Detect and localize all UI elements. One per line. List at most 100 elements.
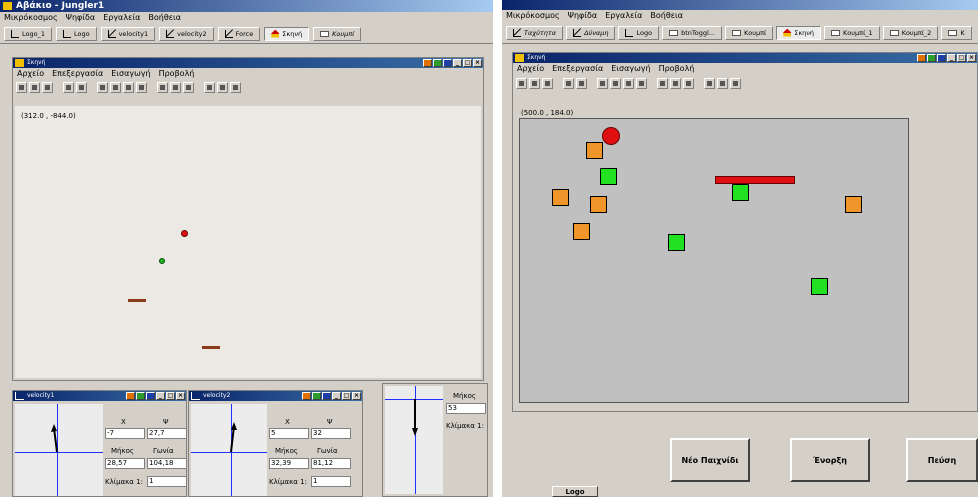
vector-pad[interactable] (15, 404, 103, 496)
grid-icon[interactable] (170, 81, 181, 93)
length-field[interactable]: 53 (446, 403, 486, 414)
minimize-button[interactable]: _ (947, 54, 956, 62)
menu-tools[interactable]: Εργαλεία (605, 10, 642, 22)
brush-icon[interactable] (717, 77, 728, 89)
green-block[interactable] (732, 184, 749, 201)
frame-icon[interactable] (636, 77, 647, 89)
arrow-icon[interactable] (302, 392, 311, 400)
menu-microcosm[interactable]: Μικρόκοσμος (506, 10, 560, 22)
red-ball[interactable] (181, 230, 188, 237)
color-icon[interactable] (433, 59, 442, 67)
tab-force[interactable]: Force (217, 26, 261, 41)
info-icon[interactable] (443, 59, 452, 67)
length-field[interactable]: 32,39 (269, 458, 309, 469)
platform[interactable] (202, 346, 220, 349)
scene-canvas[interactable]: (312.0 , -844.0) (15, 106, 481, 378)
menu-view[interactable]: Προβολή (159, 68, 195, 80)
tab-button[interactable]: Κουμπί (313, 26, 362, 41)
print-icon[interactable] (76, 81, 87, 93)
vector-pad[interactable] (191, 404, 267, 496)
paste-icon[interactable] (623, 77, 634, 89)
tab-logo[interactable]: Logo (55, 26, 97, 41)
arrow-icon[interactable] (423, 59, 432, 67)
maximize-button[interactable]: □ (342, 392, 351, 400)
vector-pad[interactable] (385, 386, 443, 494)
y-field[interactable]: 27,7 (147, 428, 187, 439)
scale-field[interactable]: 1 (147, 476, 187, 487)
tab-button-2[interactable]: Κουμπί_2 (882, 25, 939, 40)
new-icon[interactable] (16, 81, 27, 93)
color-icon[interactable] (136, 392, 145, 400)
menu-file[interactable]: Αρχείο (17, 68, 44, 80)
tab-velocity2[interactable]: velocity2 (159, 26, 214, 41)
red-paddle[interactable] (715, 176, 795, 184)
axes-icon[interactable] (157, 81, 168, 93)
angle-field[interactable]: 81,12 (311, 458, 351, 469)
maximize-button[interactable]: □ (463, 59, 472, 67)
tab-button[interactable]: Κουμπί (724, 25, 774, 40)
tab-btn-toggle[interactable]: btnToggl... (662, 25, 722, 40)
save-icon[interactable] (42, 81, 53, 93)
close-button[interactable]: × (176, 392, 185, 400)
info-icon[interactable] (322, 392, 331, 400)
camera-icon[interactable] (563, 77, 574, 89)
menu-insert[interactable]: Εισαγωγή (611, 63, 650, 75)
open-icon[interactable] (29, 81, 40, 93)
print-icon[interactable] (576, 77, 587, 89)
menu-view[interactable]: Προβολή (659, 63, 695, 75)
menu-help[interactable]: Βοήθεια (650, 10, 683, 22)
info-icon[interactable] (937, 54, 946, 62)
logo-button[interactable]: Logo (552, 486, 598, 497)
pen-icon[interactable] (204, 81, 215, 93)
red-ball[interactable] (602, 127, 620, 145)
orange-block[interactable] (590, 196, 607, 213)
tab-button-3[interactable]: Κ (941, 25, 972, 40)
color-icon[interactable] (312, 392, 321, 400)
close-button[interactable]: × (352, 392, 361, 400)
cut-icon[interactable] (597, 77, 608, 89)
new-icon[interactable] (516, 77, 527, 89)
curve-icon[interactable] (183, 81, 194, 93)
pen-icon[interactable] (704, 77, 715, 89)
shape-icon[interactable] (230, 81, 241, 93)
tab-velocity1[interactable]: velocity1 (100, 26, 156, 41)
menu-edit[interactable]: Επεξεργασία (552, 63, 603, 75)
brush-icon[interactable] (217, 81, 228, 93)
close-button[interactable]: × (967, 54, 976, 62)
green-ball[interactable] (159, 258, 165, 264)
angle-field[interactable]: 104,18 (147, 458, 187, 469)
grid-icon[interactable] (670, 77, 681, 89)
scale-field[interactable]: 1 (311, 476, 351, 487)
menu-file[interactable]: Αρχείο (517, 63, 544, 75)
tab-scene[interactable]: Σκηνή (264, 26, 310, 41)
tab-button-1[interactable]: Κουμπί_1 (824, 25, 880, 40)
maximize-button[interactable]: □ (166, 392, 175, 400)
tab-velocity[interactable]: Ταχύτητα (506, 25, 564, 40)
frame-icon[interactable] (136, 81, 147, 93)
copy-icon[interactable] (610, 77, 621, 89)
maximize-button[interactable]: □ (957, 54, 966, 62)
menu-microcosm[interactable]: Μικρόκοσμος (4, 12, 58, 24)
game-stage[interactable] (519, 118, 909, 403)
fall-button[interactable]: Πεύση (906, 438, 978, 482)
menu-tools[interactable]: Εργαλεία (103, 12, 140, 24)
paste-icon[interactable] (123, 81, 134, 93)
x-field[interactable]: 5 (269, 428, 309, 439)
cut-icon[interactable] (97, 81, 108, 93)
menu-tile[interactable]: Ψηφίδα (66, 12, 96, 24)
camera-icon[interactable] (63, 81, 74, 93)
copy-icon[interactable] (110, 81, 121, 93)
arrow-icon[interactable] (126, 392, 135, 400)
curve-icon[interactable] (683, 77, 694, 89)
close-button[interactable]: × (473, 59, 482, 67)
menu-edit[interactable]: Επεξεργασία (52, 68, 103, 80)
orange-block[interactable] (845, 196, 862, 213)
info-icon[interactable] (146, 392, 155, 400)
orange-block[interactable] (586, 142, 603, 159)
platform[interactable] (128, 299, 146, 302)
length-field[interactable]: 28,57 (105, 458, 145, 469)
color-icon[interactable] (927, 54, 936, 62)
axes-icon[interactable] (657, 77, 668, 89)
minimize-button[interactable]: _ (332, 392, 341, 400)
minimize-button[interactable]: _ (156, 392, 165, 400)
